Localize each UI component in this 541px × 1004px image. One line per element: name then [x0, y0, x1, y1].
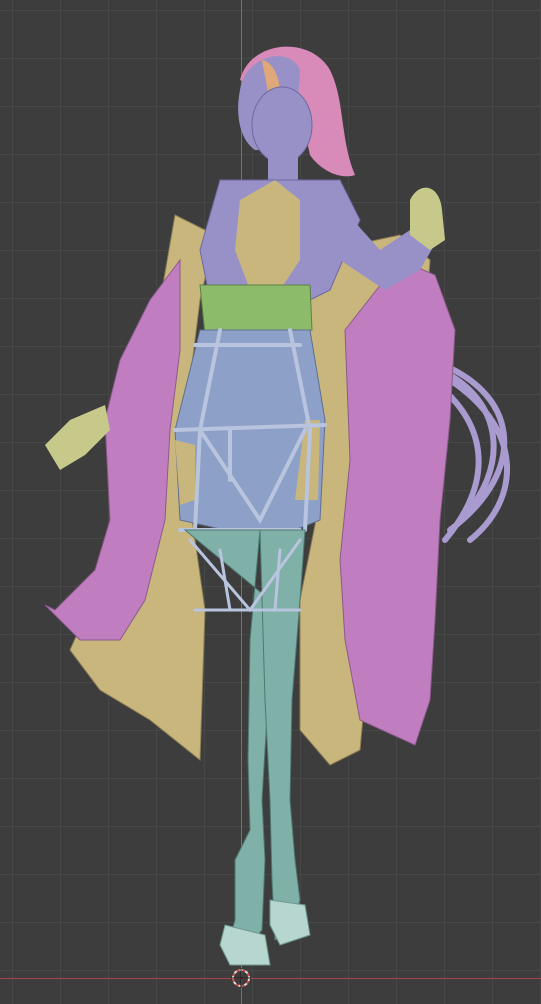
- character-model[interactable]: [0, 0, 541, 1004]
- 3d-cursor-icon[interactable]: [230, 967, 252, 989]
- sleeve-right: [339, 259, 456, 746]
- 3d-viewport[interactable]: [0, 0, 541, 1004]
- leg-right: [259, 529, 306, 941]
- sandal-left: [219, 924, 271, 966]
- head: [251, 86, 313, 164]
- hand-left: [45, 405, 110, 470]
- neck: [268, 155, 298, 180]
- sash: [199, 284, 313, 336]
